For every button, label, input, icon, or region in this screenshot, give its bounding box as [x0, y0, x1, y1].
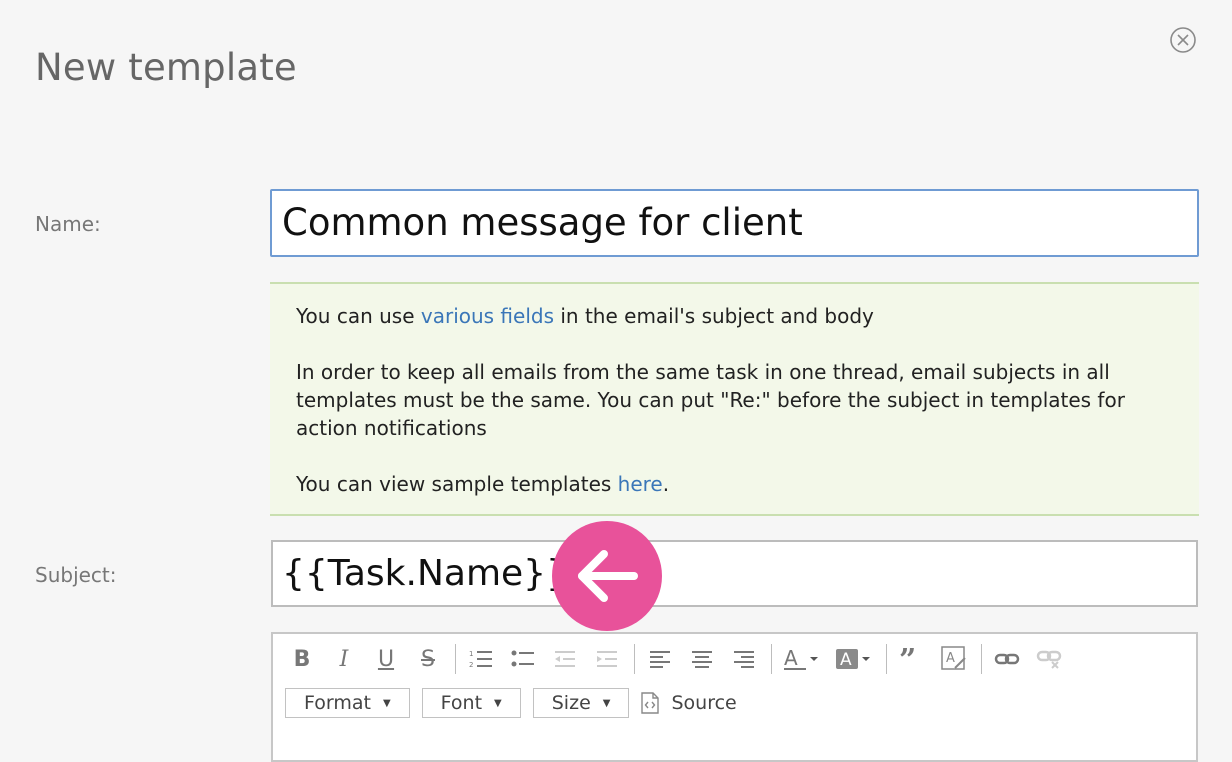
various-fields-link[interactable]: various fields: [421, 304, 554, 328]
background-color-button[interactable]: A: [834, 644, 874, 674]
close-icon[interactable]: [1170, 27, 1196, 53]
source-document-icon: [641, 692, 660, 714]
toolbar-separator: [455, 644, 456, 674]
info-panel: You can use various fields in the email'…: [270, 282, 1199, 516]
bullet-list-icon: [511, 650, 534, 667]
quote-icon: ”: [899, 648, 916, 670]
bold-button[interactable]: B: [287, 644, 317, 674]
svg-text:”: ”: [899, 648, 916, 670]
toolbar-separator: [634, 644, 635, 674]
numbered-list-button[interactable]: 1 2: [466, 644, 496, 674]
outdent-icon: [555, 651, 575, 667]
svg-text:A: A: [946, 651, 955, 666]
chevron-down-icon: ▼: [602, 697, 611, 709]
format-dropdown-label: Format: [304, 692, 371, 714]
toolbar-separator: [886, 644, 887, 674]
font-dropdown[interactable]: Font ▼: [421, 688, 521, 718]
unlink-button[interactable]: [1034, 644, 1064, 674]
svg-text:A: A: [840, 650, 852, 670]
here-link[interactable]: here: [618, 472, 663, 496]
info-line-fields: You can use various fields in the email'…: [296, 304, 874, 328]
align-right-button[interactable]: [729, 644, 759, 674]
name-label: Name:: [35, 212, 101, 236]
toolbar-separator: [771, 644, 772, 674]
source-label: Source: [671, 692, 737, 714]
font-dropdown-label: Font: [440, 692, 483, 714]
chevron-down-icon: ▼: [494, 697, 502, 709]
info-line-thread: In order to keep all emails from the sam…: [296, 360, 1125, 440]
outdent-button[interactable]: [550, 644, 580, 674]
align-left-button[interactable]: [645, 644, 675, 674]
size-dropdown-label: Size: [551, 692, 591, 714]
size-dropdown[interactable]: Size ▼: [532, 688, 630, 718]
indent-button[interactable]: [592, 644, 622, 674]
bullet-list-button[interactable]: [508, 644, 538, 674]
text-color-button[interactable]: A: [782, 644, 822, 674]
indent-icon: [597, 651, 617, 667]
svg-text:1: 1: [469, 650, 473, 658]
align-right-icon: [734, 651, 754, 668]
text-color-icon: A: [784, 646, 818, 670]
remove-format-button[interactable]: A: [939, 644, 969, 674]
name-value: Common message for client: [282, 201, 803, 244]
remove-format-icon: A: [941, 646, 966, 670]
rich-text-editor[interactable]: B I U S 1 2 A A ” A Format ▼ Font ▼ Size…: [271, 632, 1198, 762]
format-dropdown[interactable]: Format ▼: [285, 688, 410, 718]
subject-label: Subject:: [35, 563, 117, 587]
subject-value: {{Task.Name}}: [282, 553, 569, 594]
info-line-samples: You can view sample templates here.: [296, 472, 670, 496]
blockquote-button[interactable]: ”: [897, 644, 927, 674]
arrow-left-icon: [578, 550, 638, 602]
italic-button[interactable]: I: [329, 644, 359, 674]
editor-toolbar: B I U S 1 2 A A ” A: [287, 644, 1076, 674]
link-button[interactable]: [992, 644, 1022, 674]
background-color-icon: A: [836, 649, 870, 670]
page-title: New template: [35, 46, 297, 89]
align-left-icon: [650, 651, 670, 668]
svg-text:2: 2: [469, 661, 473, 669]
chevron-down-icon: ▼: [382, 697, 391, 709]
editor-toolbar-row-2: Format ▼ Font ▼ Size ▼ Source: [285, 688, 737, 718]
link-icon: [994, 653, 1020, 665]
align-center-icon: [692, 651, 712, 668]
svg-text:A: A: [784, 646, 798, 670]
underline-button[interactable]: U: [371, 644, 401, 674]
toolbar-separator: [981, 644, 982, 674]
strikethrough-button[interactable]: S: [413, 644, 443, 674]
unlink-icon: [1036, 650, 1062, 669]
source-button[interactable]: Source: [641, 692, 737, 714]
align-center-button[interactable]: [687, 644, 717, 674]
numbered-list-icon: 1 2: [469, 650, 492, 669]
arrow-left-button[interactable]: [552, 521, 662, 631]
